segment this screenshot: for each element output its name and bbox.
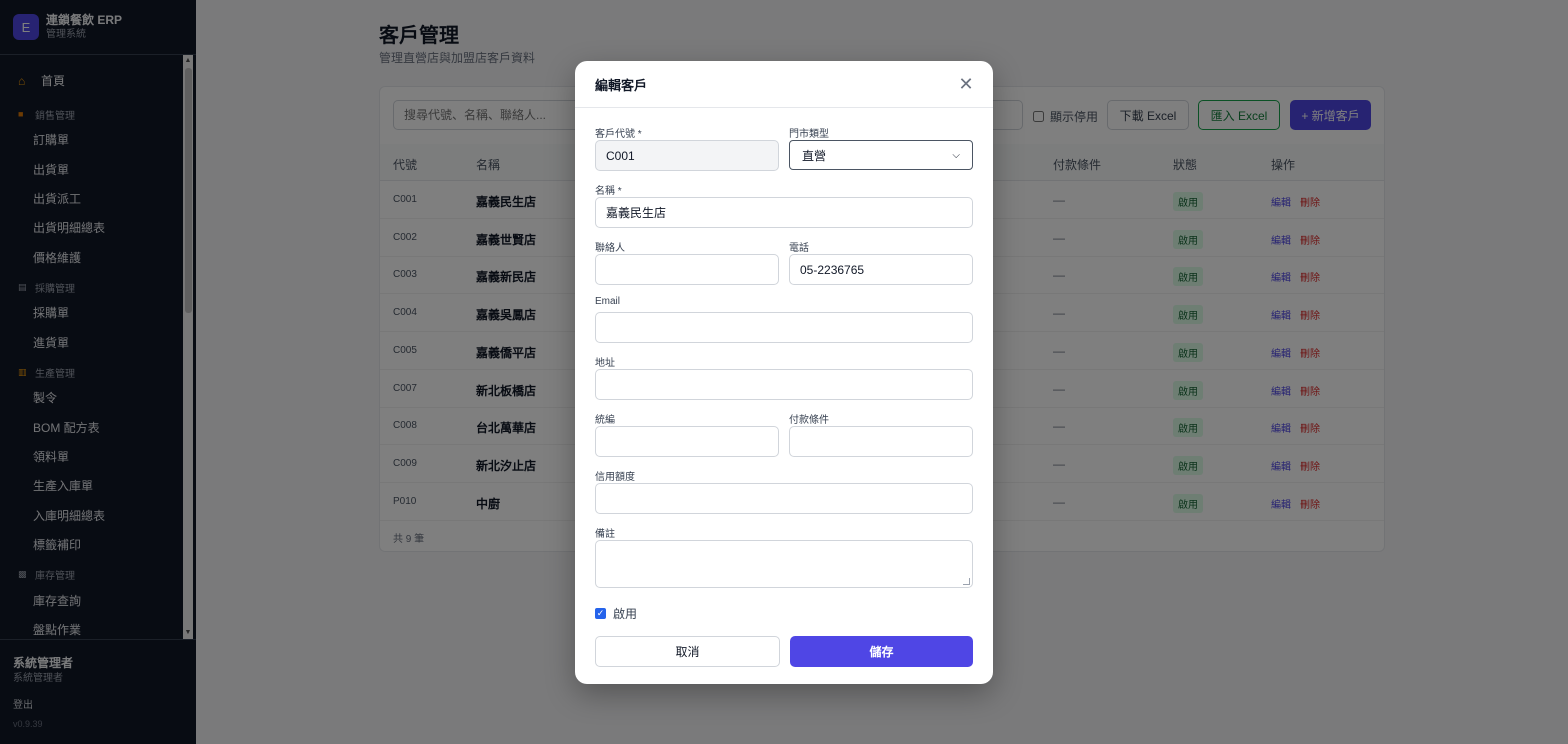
store-type-select[interactable]: 直營 ⌵ (789, 140, 973, 170)
credit-limit-field[interactable] (595, 483, 973, 514)
store-type-label: 門市類型 (789, 129, 829, 140)
contact-label: 聯絡人 (595, 243, 625, 254)
resize-handle-icon[interactable] (963, 578, 970, 585)
chevron-down-icon: ⌵ (952, 149, 960, 161)
save-button[interactable]: 儲存 (790, 636, 973, 667)
enabled-toggle[interactable]: ✓ 啟用 (595, 605, 637, 622)
check-icon[interactable]: ✓ (595, 608, 606, 619)
enabled-label: 啟用 (613, 607, 638, 621)
address-label: 地址 (595, 358, 615, 369)
dialog-header: 編輯客戶 ✕ (575, 61, 993, 108)
note-textarea[interactable] (595, 540, 973, 588)
tax-id-field[interactable] (595, 426, 779, 457)
payment-terms-label: 付款條件 (789, 415, 829, 426)
customer-code-field[interactable]: C001 (595, 140, 779, 171)
phone-label: 電話 (789, 243, 809, 254)
name-label: 名稱 * (595, 186, 622, 197)
note-label: 備註 (595, 529, 615, 540)
payment-terms-field[interactable] (789, 426, 973, 457)
dialog-title: 編輯客戶 (595, 78, 648, 93)
address-field[interactable] (595, 369, 973, 400)
edit-customer-dialog: 編輯客戶 ✕ 客戶代號 * C001 門市類型 直營 ⌵ 名稱 * 嘉義民生店 … (575, 61, 993, 684)
email-field[interactable] (595, 312, 973, 343)
name-field[interactable]: 嘉義民生店 (595, 197, 973, 228)
cancel-button[interactable]: 取消 (595, 636, 780, 667)
credit-limit-label: 信用額度 (595, 472, 635, 483)
code-label: 客戶代號 * (595, 129, 642, 140)
phone-field[interactable]: 05-2236765 (789, 254, 973, 285)
tax-id-label: 統編 (595, 415, 615, 426)
close-icon[interactable]: ✕ (958, 75, 974, 93)
contact-field[interactable] (595, 254, 779, 285)
email-label: Email (595, 296, 621, 307)
